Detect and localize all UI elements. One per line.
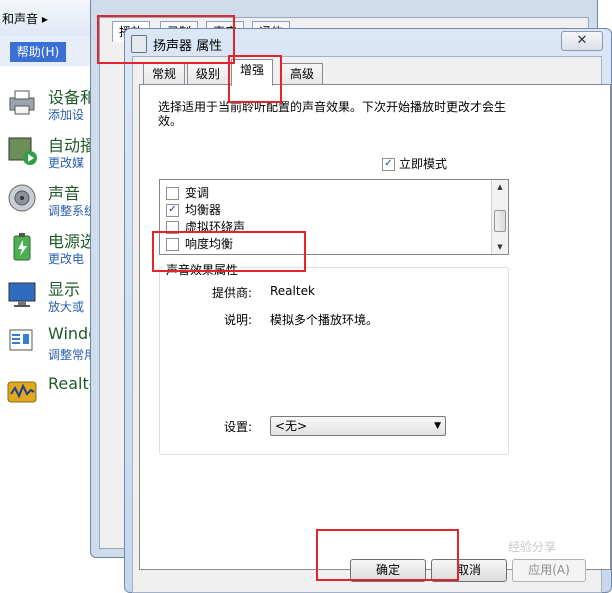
effect-properties-group: 声音效果属性 提供商: Realtek 说明: 模拟多个播放环境。 设置: <无… — [159, 261, 509, 455]
address-breadcrumb[interactable]: 和声音 ▸ — [2, 10, 48, 27]
effects-list[interactable]: 变调 ✓ 均衡器 虚拟环绕声 响度均衡 ▲ ▼ — [159, 179, 509, 255]
checkbox-icon[interactable] — [166, 238, 179, 251]
cp-item-display[interactable]: 显示 放大或 — [4, 276, 100, 316]
dialog-title: 扬声器 属性 — [153, 39, 223, 54]
title-bar[interactable]: 扬声器 属性 ✕ — [125, 29, 611, 57]
scroll-down-icon[interactable]: ▼ — [492, 240, 508, 254]
list-item[interactable]: 虚拟环绕声 — [166, 218, 245, 235]
address-bar[interactable]: 和声音 ▸ — [0, 0, 100, 37]
cp-item-autoplay[interactable]: 自动播 更改媒 — [4, 132, 100, 172]
checkbox-checked-icon[interactable]: ✓ — [166, 204, 179, 217]
immediate-mode-checkbox[interactable]: ✓ 立即模式 — [382, 155, 447, 172]
chevron-down-icon[interactable]: ▼ — [434, 417, 441, 435]
menu-help[interactable]: 帮助(H) — [10, 42, 66, 62]
group-legend: 声音效果属性 — [164, 261, 241, 278]
provider-label: 提供商: — [211, 286, 252, 300]
enhancement-description: 选择适用于当前聆听配置的声音效果。下次开始播放时更改才会生效。 — [158, 100, 507, 128]
provider-value: Realtek — [270, 284, 315, 298]
settings-value[interactable]: <无> — [275, 417, 307, 435]
speaker-icon — [8, 184, 36, 212]
scroll-up-icon[interactable]: ▲ — [492, 180, 508, 194]
effect-label[interactable]: 变调 — [185, 186, 209, 200]
list-item[interactable]: ✓ 均衡器 — [166, 201, 221, 218]
description-value: 模拟多个播放环境。 — [270, 313, 379, 327]
ok-button[interactable]: 确定 — [350, 559, 426, 582]
monitor-icon — [8, 282, 36, 307]
checkbox-icon[interactable] — [166, 221, 179, 234]
close-icon[interactable]: ✕ — [561, 31, 603, 51]
autoplay-icon — [8, 137, 37, 165]
scroll-thumb[interactable] — [494, 210, 506, 232]
tab-enhancements[interactable]: 增强 — [231, 59, 274, 86]
description-label: 说明: — [223, 313, 252, 327]
cp-item-power[interactable]: 电源选 更改电 — [4, 228, 100, 268]
scrollbar[interactable]: ▲ ▼ — [491, 180, 508, 254]
cp-item-windows[interactable]: Windo 调整常用 — [4, 324, 100, 364]
checkbox-icon[interactable] — [166, 187, 179, 200]
tab-advanced[interactable]: 高级 — [281, 63, 324, 85]
effect-label[interactable]: 响度均衡 — [185, 237, 233, 251]
tab-general[interactable]: 常规 — [143, 63, 186, 85]
cp-item-sound[interactable]: 声音 调整系统 — [4, 180, 100, 220]
printer-icon — [9, 90, 35, 115]
immediate-mode-label[interactable]: 立即模式 — [399, 157, 447, 171]
tab-levels[interactable]: 级别 — [187, 63, 230, 85]
checkbox-checked-icon[interactable]: ✓ — [382, 158, 395, 171]
cp-item-realtek[interactable]: Realte — [4, 374, 100, 414]
apply-button[interactable]: 应用(A) — [512, 559, 586, 582]
cp-item-devices[interactable]: 设备和 添加设 — [4, 84, 100, 124]
list-item[interactable]: 变调 — [166, 184, 209, 201]
realtek-icon — [7, 381, 37, 403]
effect-label[interactable]: 均衡器 — [185, 203, 221, 217]
windows-icon — [9, 329, 33, 351]
cancel-button[interactable]: 取消 — [431, 559, 507, 582]
settings-select[interactable]: <无> ▼ — [270, 416, 446, 436]
speaker-icon — [131, 35, 147, 53]
watermark: 经验分享 — [508, 540, 557, 554]
settings-label: 设置: — [223, 420, 252, 434]
effect-label[interactable]: 虚拟环绕声 — [185, 220, 245, 234]
battery-icon — [13, 233, 31, 261]
list-item[interactable]: 响度均衡 — [166, 235, 233, 252]
